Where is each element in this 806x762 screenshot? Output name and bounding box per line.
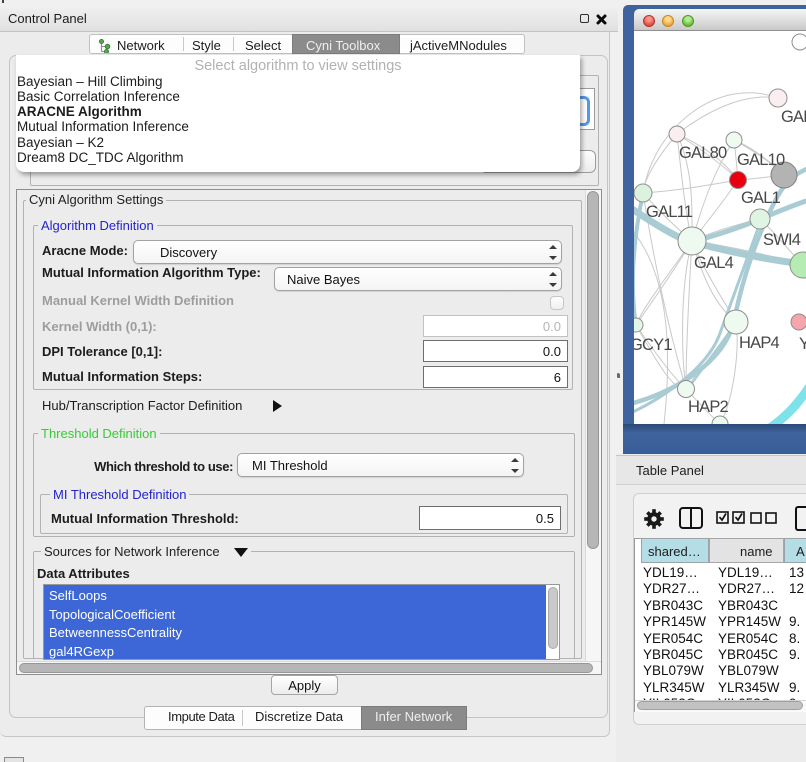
svg-text:HAP2: HAP2 xyxy=(688,398,729,416)
svg-text:GAL10: GAL10 xyxy=(737,151,785,169)
svg-text:GAL4: GAL4 xyxy=(694,254,734,272)
svg-text:GCY1: GCY1 xyxy=(634,336,672,354)
svg-text:GAL80: GAL80 xyxy=(679,144,727,162)
svg-text:GAL1: GAL1 xyxy=(741,189,781,207)
svg-text:Y: Y xyxy=(799,335,806,353)
svg-text:SWI4: SWI4 xyxy=(763,231,801,249)
svg-text:HAP4: HAP4 xyxy=(739,334,780,352)
svg-text:GAL11: GAL11 xyxy=(646,203,693,221)
svg-text:GAL2: GAL2 xyxy=(781,108,806,126)
